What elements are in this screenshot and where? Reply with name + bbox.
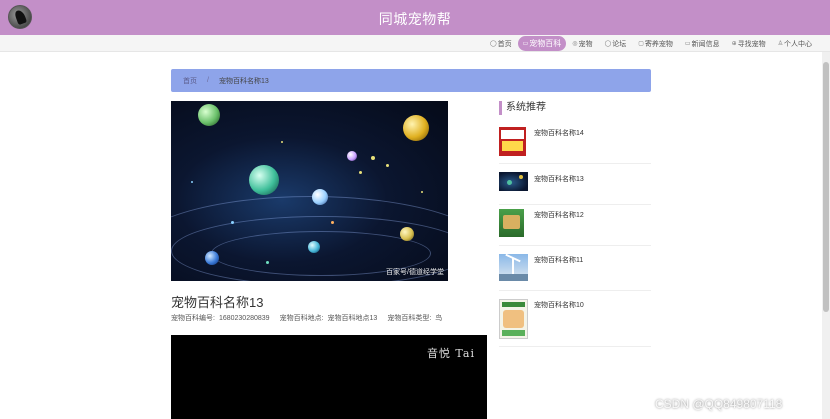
meta-type: 宠物百科类型: 鸟: [387, 315, 443, 322]
recommend-item[interactable]: 宠物百科名称10: [499, 291, 651, 347]
video-player[interactable]: 音悦 Tai: [171, 335, 487, 419]
forum-icon: ◯: [604, 41, 612, 47]
paw-icon: ◎: [572, 41, 578, 47]
recommend-item-name: 宠物百科名称14: [534, 130, 584, 137]
site-header: 同城宠物帮: [0, 0, 830, 35]
breadcrumb-current: 宠物百科名称13: [218, 77, 269, 85]
nav-item-foster-pets[interactable]: ▢ 寄养宠物: [632, 37, 679, 51]
site-title: 同城宠物帮: [378, 11, 452, 27]
nav-item-home[interactable]: ◯ 首页: [484, 37, 518, 51]
nav-item-user-center[interactable]: ♙ 个人中心: [772, 37, 818, 51]
meta-id: 宠物百科编号: 1680230280839: [171, 315, 270, 322]
search-icon: ⊕: [731, 41, 737, 47]
nav-item-news[interactable]: ▭ 新闻信息: [679, 37, 726, 51]
recommend-item-name: 宠物百科名称10: [534, 302, 584, 309]
detail-title: 宠物百科名称13: [171, 295, 264, 310]
recommend-item[interactable]: 宠物百科名称12: [499, 205, 651, 246]
landscape-thumbnail-icon: [499, 254, 528, 281]
video-logo: 音悦 Tai: [426, 347, 475, 360]
user-icon: ♙: [777, 41, 783, 47]
book-cover-icon: [499, 209, 524, 237]
nav-item-pets[interactable]: ◎ 宠物: [566, 37, 598, 51]
space-thumbnail-icon: [499, 172, 528, 191]
scrollbar-thumb[interactable]: [823, 62, 829, 312]
nav-item-pet-encyclopedia[interactable]: ▭ 宠物百科: [517, 36, 567, 51]
news-icon: ▭: [684, 41, 691, 47]
home-icon: ◯: [489, 41, 497, 47]
breadcrumb-home[interactable]: 首页: [183, 76, 197, 86]
main-nav: ◯ 首页 ▭ 宠物百科 ◎ 宠物 ◯ 论坛 ▢ 寄养宠物 ▭ 新闻信息 ⊕ 寻找宠物 ♙ 个人中…: [484, 35, 818, 52]
breadcrumb-separator: /: [207, 77, 209, 84]
recommend-item-name: 宠物百科名称12: [534, 212, 584, 219]
nav-item-forum[interactable]: ◯ 论坛: [599, 37, 633, 51]
recommend-item[interactable]: 宠物百科名称13: [499, 164, 651, 205]
detail-meta: 宠物百科编号: 1680230280839 宠物百科地点: 宠物百科地点13 宠物百…: [171, 313, 442, 323]
book-cover-icon: [499, 299, 528, 339]
image-caption: 百家号/德道经学堂: [386, 269, 444, 276]
watermark: CSDN @QQ849807118: [655, 397, 783, 411]
sidebar-title: 系统推荐: [499, 101, 546, 115]
page-scrollbar[interactable]: [822, 52, 830, 419]
recommend-item[interactable]: 宠物百科名称14: [499, 123, 651, 164]
nav-bar: ◯ 首页 ▭ 宠物百科 ◎ 宠物 ◯ 论坛 ▢ 寄养宠物 ▭ 新闻信息 ⊕ 寻找宠物 ♙ 个人中…: [0, 35, 830, 52]
nav-item-find-pets[interactable]: ⊕ 寻找宠物: [726, 37, 772, 51]
breadcrumb: 首页 / 宠物百科名称13: [171, 69, 651, 92]
recommend-item-name: 宠物百科名称11: [534, 257, 584, 264]
book-icon: ▭: [522, 41, 529, 47]
meta-location: 宠物百科地点: 宠物百科地点13: [279, 315, 378, 322]
recommend-item[interactable]: 宠物百科名称11: [499, 246, 651, 291]
detail-image: 百家号/德道经学堂: [171, 101, 448, 281]
adopt-icon: ▢: [638, 41, 644, 47]
recommend-item-name: 宠物百科名称13: [534, 176, 584, 183]
book-cover-icon: [499, 127, 526, 156]
